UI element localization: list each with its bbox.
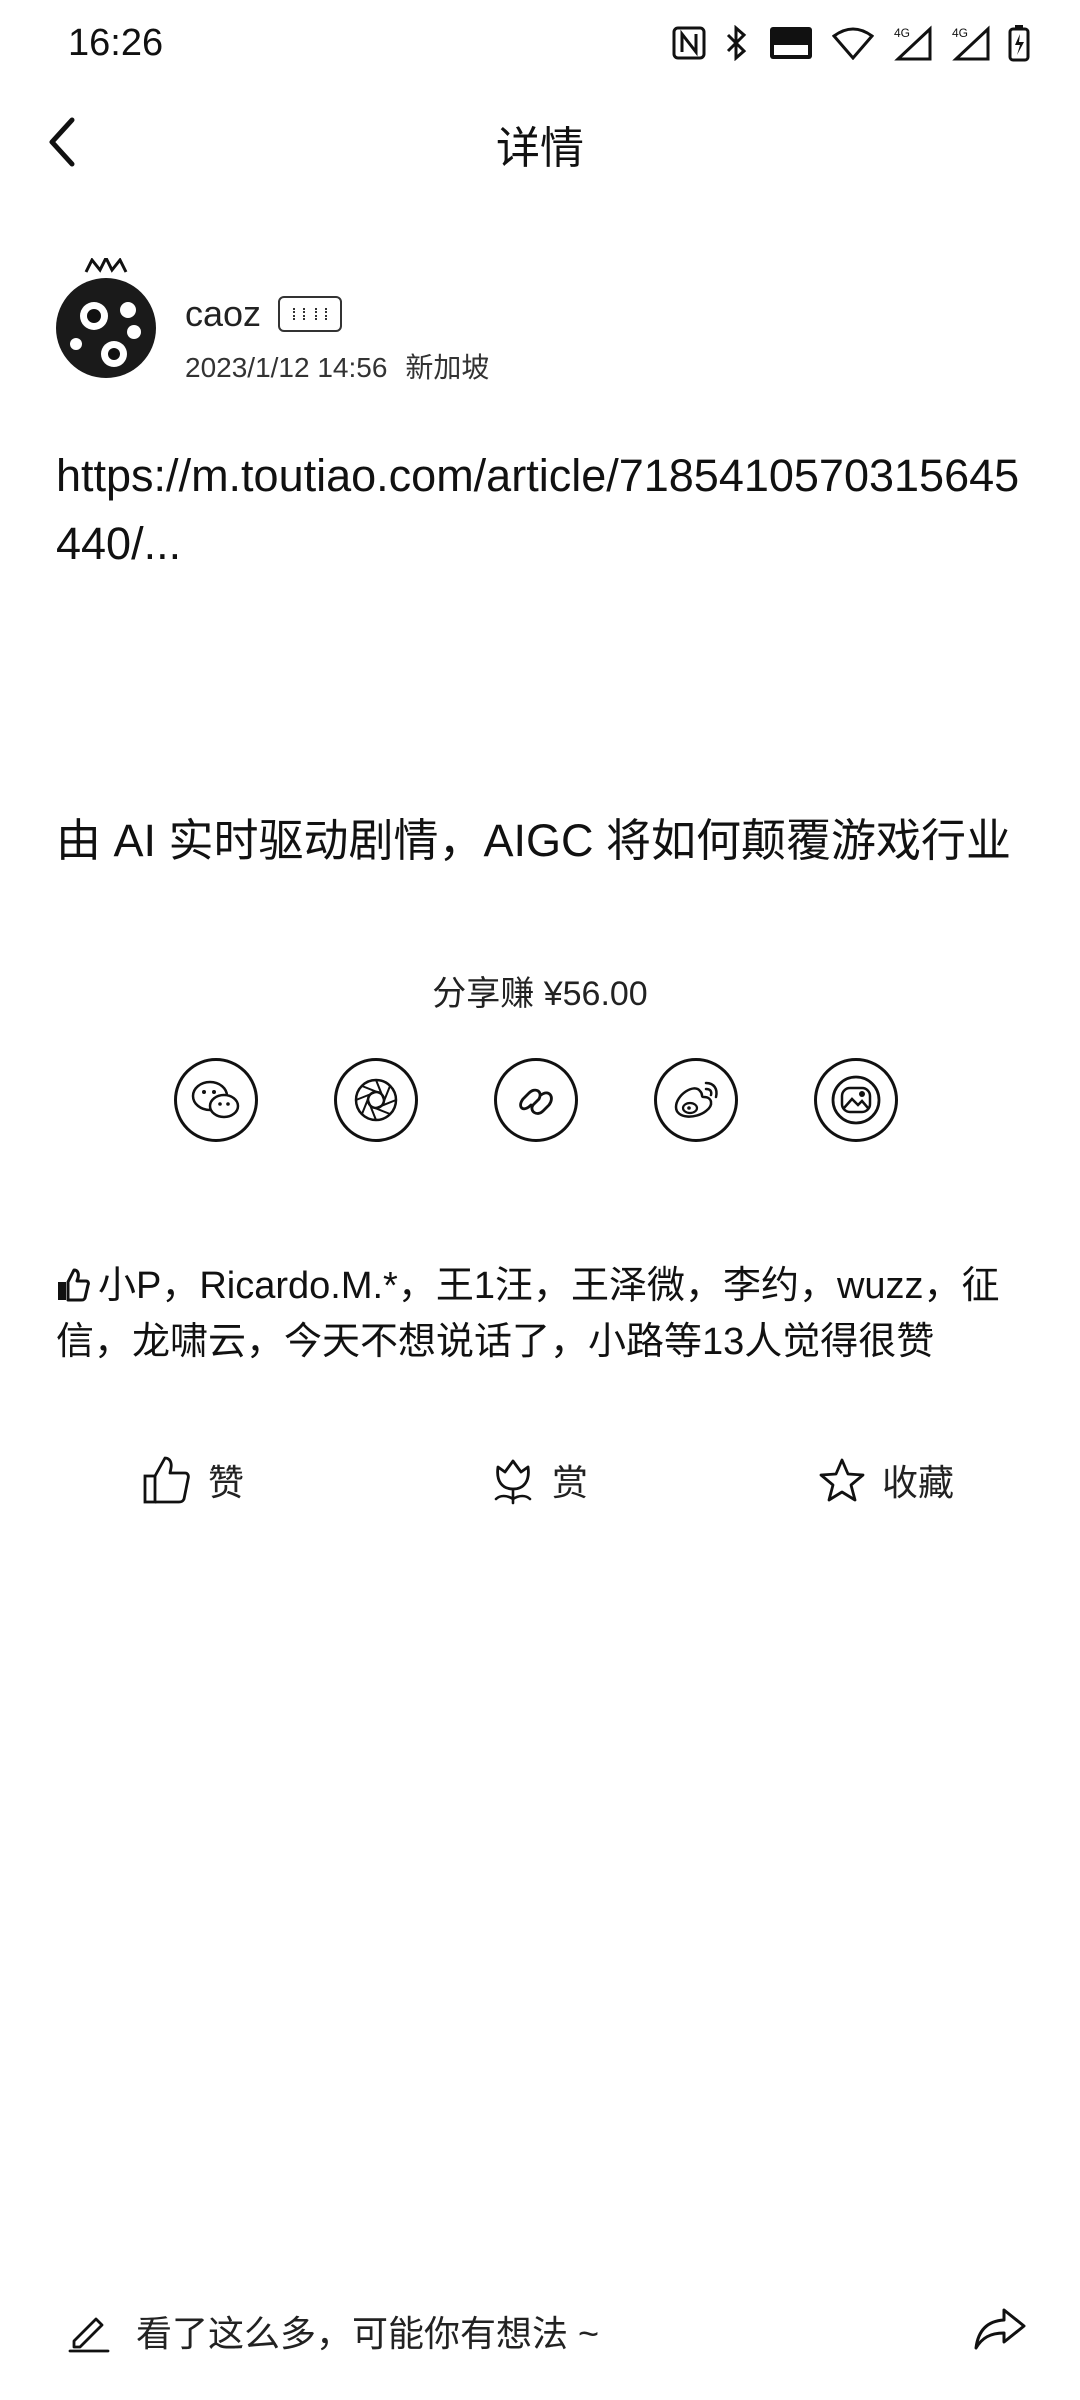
page-title: 详情	[496, 124, 584, 173]
flower-icon	[494, 1459, 532, 1505]
share-link-button[interactable]	[494, 1058, 578, 1142]
status-icons: 4G 4G	[672, 24, 1030, 62]
star-icon	[819, 1458, 865, 1502]
share-icon[interactable]	[972, 2306, 1028, 2352]
article-title[interactable]: 由 AI 实时驱动剧情，AIGC 将如何颠覆游戏行业	[56, 804, 1046, 869]
signal-4g-icon: 4G	[894, 25, 932, 61]
moments-icon	[354, 1078, 398, 1122]
author-badge	[278, 296, 342, 332]
share-album-button[interactable]	[814, 1058, 898, 1142]
weibo-icon	[674, 1081, 718, 1118]
favorite-button[interactable]: 收藏	[818, 1454, 954, 1506]
volte-icon	[770, 27, 812, 59]
nfc-icon	[672, 26, 706, 60]
svg-text:4G: 4G	[894, 26, 910, 40]
wifi-icon	[832, 27, 874, 60]
reward-label: 赏	[552, 1462, 589, 1503]
signal-4g-icon-2: 4G	[952, 25, 990, 61]
pencil-icon	[68, 2317, 110, 2353]
wechat-icon	[191, 1080, 240, 1119]
likes-text: 小P，Ricardo.M.*，王1汪，王泽微，李约，wuzz，征信，龙啸云，今天…	[56, 1265, 1000, 1363]
comment-input[interactable]: 看了这么多，可能你有想法 ~	[68, 2305, 599, 2357]
battery-icon	[1008, 25, 1030, 62]
post-link[interactable]: https://m.toutiao.com/article/7185410570…	[56, 442, 1036, 578]
share-moments-button[interactable]	[334, 1058, 418, 1142]
comment-placeholder: 看了这么多，可能你有想法 ~	[136, 2313, 600, 2354]
favorite-label: 收藏	[882, 1462, 955, 1503]
album-icon	[831, 1075, 881, 1125]
post-meta: 2023/1/12 14:56 新加坡	[185, 346, 489, 386]
post-date: 2023/1/12 14:56	[185, 352, 388, 383]
share-earn-label: 分享赚 ¥56.00	[432, 975, 648, 1013]
link-icon	[519, 1088, 553, 1115]
likes-summary[interactable]: 小P，Ricardo.M.*，王1汪，王泽微，李约，wuzz，征信，龙啸云，今天…	[56, 1258, 1036, 1370]
reward-button[interactable]: 赏	[490, 1454, 588, 1506]
share-weibo-button[interactable]	[654, 1058, 738, 1142]
status-time: 16:26	[68, 22, 164, 64]
like-label: 赞	[208, 1462, 245, 1503]
post-location: 新加坡	[405, 352, 490, 383]
share-buttons	[174, 1058, 898, 1142]
like-button[interactable]: 赞	[142, 1454, 244, 1506]
thumbs-up-icon	[58, 1268, 90, 1302]
bluetooth-icon	[726, 25, 747, 61]
share-wechat-button[interactable]	[174, 1058, 258, 1142]
like-icon	[143, 1456, 190, 1504]
avatar[interactable]	[54, 258, 158, 380]
svg-text:4G: 4G	[952, 26, 968, 40]
author-name[interactable]: caoz	[185, 293, 261, 335]
